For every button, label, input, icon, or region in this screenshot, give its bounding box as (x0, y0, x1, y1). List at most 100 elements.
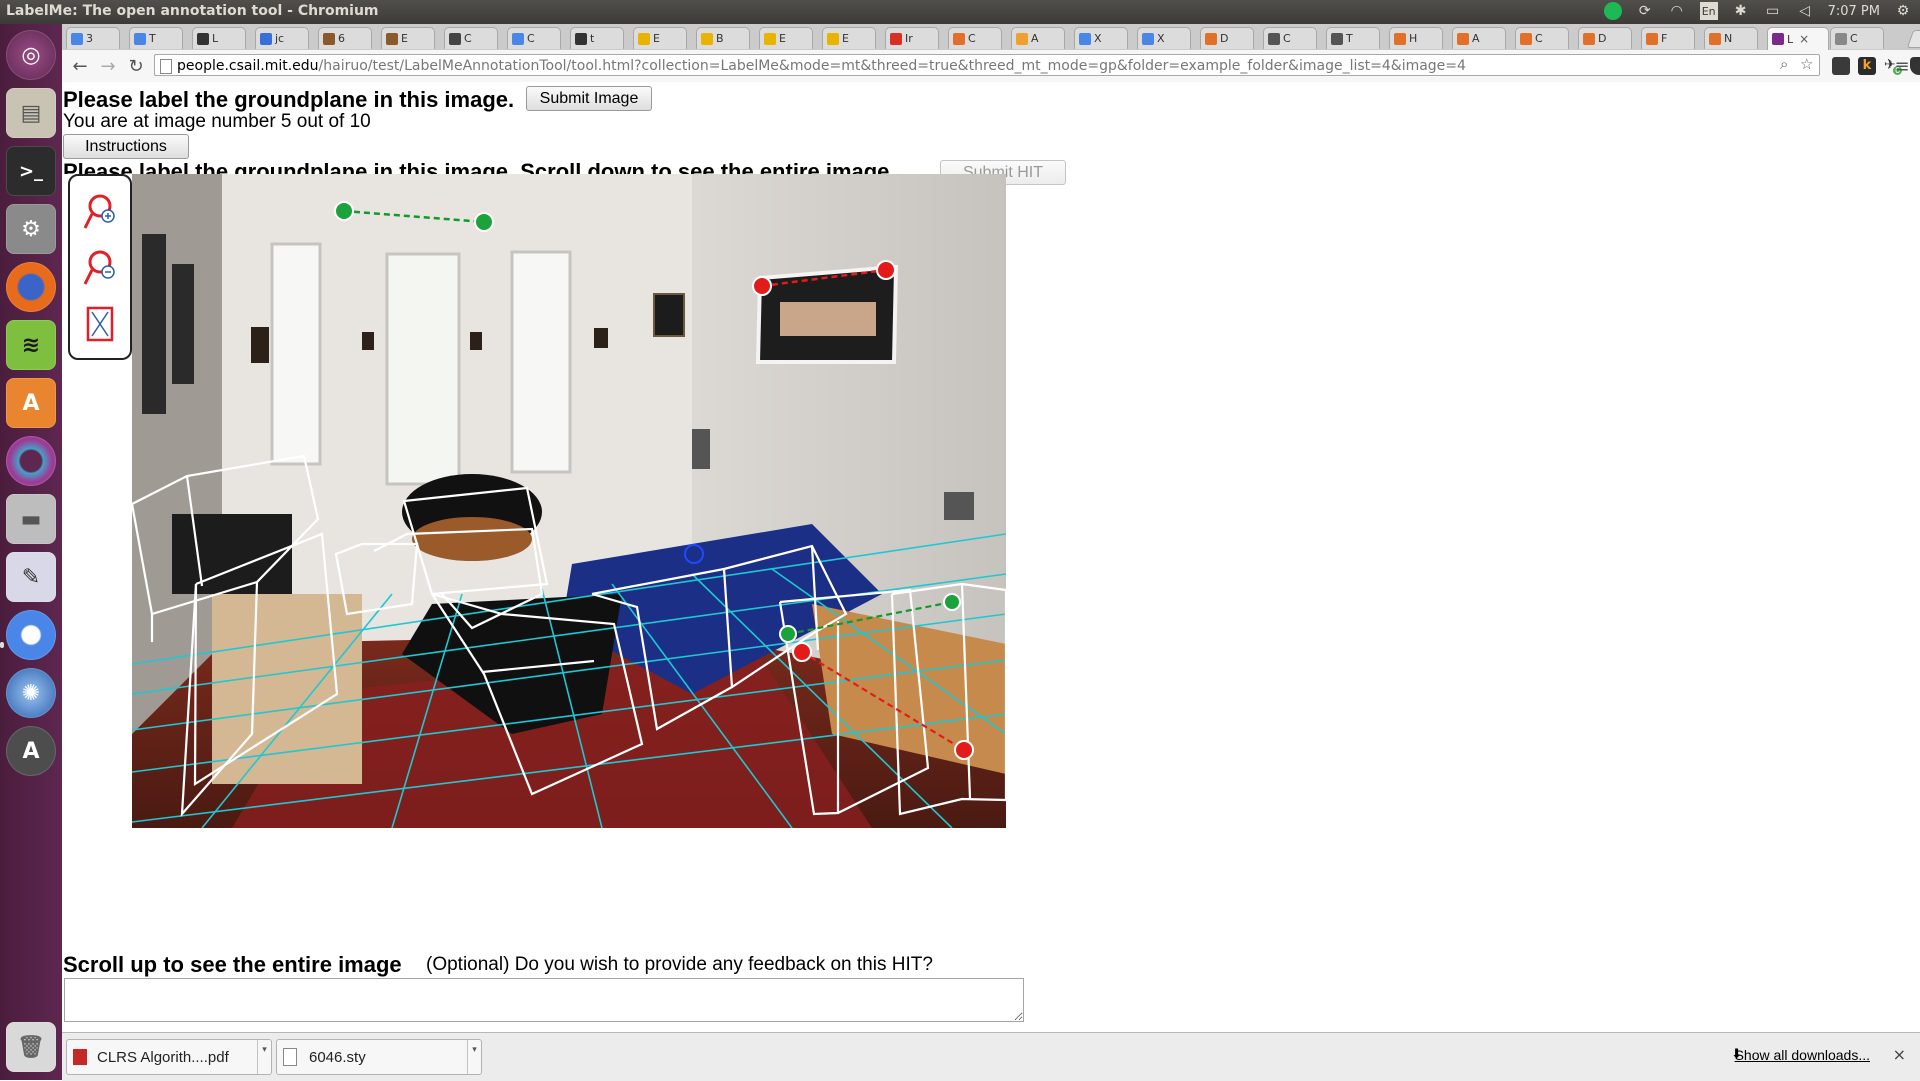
chrome-menu-icon[interactable]: ≡ (1890, 55, 1914, 77)
launcher: ◎ ▤ >_ ⚙ ≋ A ▬ ✎ ✺ A 🗑 (0, 24, 63, 1080)
terminal-icon[interactable]: >_ (6, 146, 56, 196)
files-icon[interactable]: ▤ (6, 88, 56, 138)
system-settings-icon[interactable]: ⚙ (6, 204, 56, 254)
volume-icon[interactable]: ◁ (1796, 2, 1814, 20)
update-manager-icon[interactable]: A (6, 726, 56, 776)
software-center-icon[interactable]: A (6, 378, 56, 428)
zoom-magnifier-icon[interactable]: ⌕ (1780, 55, 1788, 73)
tab-label: X (1094, 32, 1102, 45)
unity-lens-icon[interactable] (6, 436, 56, 486)
browser-tab[interactable]: jc (255, 27, 309, 49)
tab-label: D (1220, 32, 1229, 45)
zoom-out-icon[interactable] (82, 248, 118, 288)
trash-icon[interactable]: 🗑 (6, 1022, 56, 1072)
page-info-icon[interactable] (160, 59, 172, 74)
url-host: people.csail.mit.edu (177, 58, 319, 74)
submit-image-button[interactable]: Submit Image (526, 86, 652, 111)
tab-close-icon[interactable]: × (1799, 32, 1809, 46)
browser-tab[interactable]: C (948, 27, 1002, 49)
system-tray: ⟳ ◠ En ✱ ▭ ◁ 7:07 PM ⚙ (1603, 2, 1912, 20)
tab-favicon-icon (449, 32, 461, 45)
browser-tab[interactable]: A (1452, 27, 1506, 49)
browser-tab[interactable]: E (822, 27, 876, 49)
browser-tab[interactable]: L (192, 27, 246, 49)
browser-tab[interactable]: C (444, 27, 498, 49)
zoom-in-icon[interactable] (82, 192, 118, 232)
wifi-icon[interactable]: ◠ (1668, 2, 1686, 20)
browser-tab[interactable]: Ir (885, 27, 939, 49)
spotify-icon[interactable]: ≋ (6, 320, 56, 370)
keyboard-layout-indicator[interactable]: En (1699, 2, 1718, 20)
browser-tab[interactable]: D (1578, 27, 1632, 49)
back-arrow-icon[interactable]: ← (68, 55, 92, 77)
browser-tab[interactable]: 3 (66, 27, 120, 49)
bluetooth-icon[interactable]: ✱ (1732, 2, 1750, 20)
browser-tab[interactable]: C (1515, 27, 1569, 49)
fit-image-icon[interactable] (82, 304, 118, 344)
page-content: Please label the groundplane in this ima… (62, 82, 1920, 1032)
disk-drive-icon[interactable]: ▬ (6, 494, 56, 544)
tab-label: 3 (86, 32, 93, 45)
k-extension-icon[interactable]: k (1858, 57, 1876, 75)
browser-tab[interactable]: A (1011, 27, 1065, 49)
dash-home-icon[interactable]: ◎ (6, 30, 56, 80)
dropdown-arrow-icon[interactable]: ▾ (257, 1040, 271, 1074)
address-bar[interactable]: people.csail.mit.edu/hairuo/test/LabelMe… (154, 54, 1820, 76)
system-top-panel: LabelMe: The open annotation tool - Chro… (0, 0, 1920, 24)
instructions-button[interactable]: Instructions (63, 134, 189, 159)
close-icon[interactable]: × (1893, 1045, 1906, 1064)
browser-tab[interactable]: C (1830, 27, 1884, 49)
browser-tab[interactable]: X (1137, 27, 1191, 49)
feedback-prompt: (Optional) Do you wish to provide any fe… (426, 954, 933, 975)
tab-strip: 3 T Ljc 6 E C Ct E B E E Ir C A X X D C T H A C D F N L × C (62, 24, 1920, 50)
clock[interactable]: 7:07 PM (1828, 4, 1880, 19)
browser-tab[interactable]: C (1263, 27, 1317, 49)
pdf-file-icon (73, 1049, 87, 1065)
new-tab-button[interactable] (1906, 30, 1920, 48)
extension-icon[interactable] (1832, 57, 1850, 75)
browser-tab[interactable]: E (759, 27, 813, 49)
room-photo[interactable] (132, 174, 1006, 828)
download-item-pdf[interactable]: CLRS Algorith....pdf ▾ (66, 1039, 272, 1075)
forward-arrow-icon[interactable]: → (96, 55, 120, 77)
battery-icon[interactable]: ▭ (1764, 2, 1782, 20)
download-item-sty[interactable]: 6046.sty ▾ (276, 1039, 482, 1075)
tab-favicon-icon (1646, 32, 1658, 45)
bookmark-star-icon[interactable]: ☆ (1800, 55, 1813, 73)
screenshot-tool-icon[interactable]: ✺ (6, 668, 56, 718)
browser-tab[interactable]: X (1074, 27, 1128, 49)
browser-tab[interactable]: T (1326, 27, 1380, 49)
browser-tab[interactable]: E (381, 27, 435, 49)
chromium-icon[interactable] (6, 610, 56, 660)
browser-tab[interactable]: 6 (318, 27, 372, 49)
reload-icon[interactable]: ↻ (124, 55, 148, 77)
browser-tab[interactable]: L × (1767, 27, 1829, 50)
browser-tab[interactable]: C (507, 27, 561, 49)
browser-tab[interactable]: t (570, 27, 624, 49)
show-all-downloads-link[interactable]: Show all downloads... (1735, 1047, 1870, 1063)
text-editor-icon[interactable]: ✎ (6, 552, 56, 602)
tab-label: T (149, 32, 156, 45)
dropdown-arrow-icon[interactable]: ▾ (467, 1040, 481, 1074)
feedback-input[interactable] (64, 978, 1024, 1022)
browser-tab[interactable]: N (1704, 27, 1758, 49)
browser-tab[interactable]: T (129, 27, 183, 49)
tab-favicon-icon (1268, 32, 1280, 45)
browser-tab[interactable]: E (633, 27, 687, 49)
tab-favicon-icon (1016, 32, 1028, 45)
browser-tab[interactable]: B (696, 27, 750, 49)
tab-label: 6 (338, 32, 345, 45)
browser-tab[interactable]: H (1389, 27, 1443, 49)
browser-tab[interactable]: F (1641, 27, 1695, 49)
tab-favicon-icon (71, 32, 83, 45)
tab-favicon-icon (1709, 32, 1721, 45)
settings-gear-icon[interactable]: ⚙ (1894, 2, 1912, 20)
window-title: LabelMe: The open annotation tool - Chro… (6, 3, 379, 19)
firefox-icon[interactable] (6, 262, 56, 312)
browser-tab[interactable]: D (1200, 27, 1254, 49)
annotation-canvas[interactable] (132, 174, 1006, 828)
tab-label: C (968, 32, 976, 45)
sync-icon[interactable]: ⟳ (1636, 2, 1654, 20)
spotify-tray-icon[interactable] (1603, 2, 1622, 20)
tab-favicon-icon (197, 32, 209, 45)
